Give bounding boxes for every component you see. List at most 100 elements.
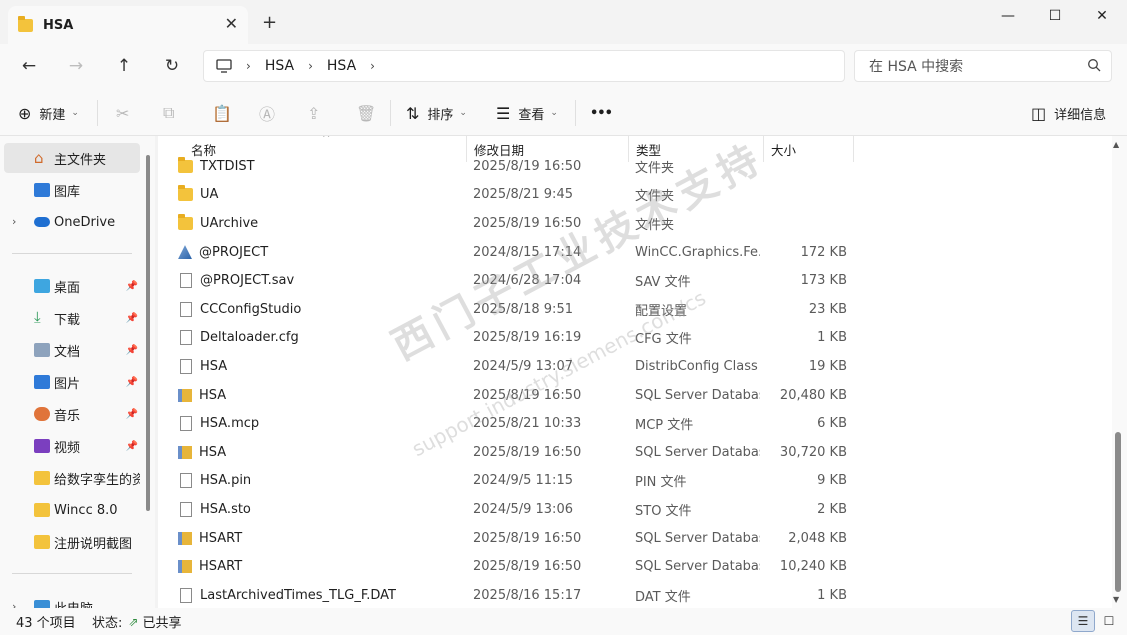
new-label: 新建 [39,107,66,123]
table-row[interactable]: UA 2025/8/21 9:45 文件夹 [158,181,1112,210]
details-view-icon: ☰ [1077,614,1089,628]
close-tab-icon[interactable]: ✕ [225,14,238,33]
new-button[interactable]: ⊕ 新建 ⌄ [18,100,79,126]
wincc-graphics-icon [178,245,192,260]
breadcrumb-item[interactable]: HSA [265,58,294,74]
pin-icon[interactable]: 📌 [126,377,138,388]
search-icon [1088,59,1101,72]
tiles-view-button[interactable]: ☐ [1097,610,1121,632]
table-row[interactable]: HSART 2025/8/19 16:50 SQL Server Databas..… [158,552,1112,581]
share-state: 状态: ⇗ 已共享 [92,612,181,632]
sidebar-item-downloads[interactable]: ⤓ 下载 📌 [4,303,140,333]
sidebar-item-documents[interactable]: 文档 📌 [4,335,140,365]
divider [575,100,576,126]
table-row[interactable]: HSA 2025/8/19 16:50 SQL Server Databas... 3… [158,438,1112,467]
computer-icon [216,59,232,73]
folder-icon [178,156,193,173]
cloud-icon [34,217,50,227]
pin-icon[interactable]: 📌 [126,409,138,420]
sidebar-scrollbar[interactable] [146,155,150,511]
sidebar-item-videos[interactable]: 视频 📌 [4,431,140,461]
chevron-right-icon[interactable]: › [370,59,375,73]
details-pane-button[interactable]: ◫ 详细信息 [1031,100,1106,126]
table-row[interactable]: CCConfigStudio 2025/8/18 9:51 配置设置 23 KB [158,295,1112,324]
table-row[interactable]: HSA.mcp 2025/8/21 10:33 MCP 文件 6 KB [158,409,1112,438]
paste-button[interactable]: 📋 [212,100,240,126]
new-tab-button[interactable]: + [262,12,277,33]
document-icon [34,343,50,357]
file-name-cell: HSART [178,524,468,553]
table-row[interactable]: LastArchivedTimes_TLG_F.DAT 2025/8/16 15:… [158,581,1112,608]
file-type-cell: SQL Server Databas... [635,559,760,575]
maximize-button[interactable]: ☐ [1032,4,1078,28]
scroll-down-icon[interactable]: ▼ [1113,595,1119,604]
pin-icon[interactable]: 📌 [126,281,138,292]
file-name-cell: @PROJECT.sav [178,266,468,295]
table-row[interactable]: TXTDIST 2025/8/19 16:50 文件夹 [158,152,1112,181]
sidebar-item-folder[interactable]: 注册说明截图 [4,527,140,557]
view-label: 查看 [518,107,545,123]
pin-icon[interactable]: 📌 [126,441,138,452]
table-row[interactable]: @PROJECT.sav 2024/6/28 17:04 SAV 文件 173 KB [158,266,1112,295]
file-type-cell: MCP 文件 [635,418,694,434]
share-button[interactable]: ⇪ [307,100,328,126]
status-bar: 43 个项目 状态: ⇗ 已共享 ☰ ☐ [0,608,1127,635]
tab-hsa[interactable]: HSA ✕ [8,6,248,44]
details-view-button[interactable]: ☰ [1071,610,1095,632]
minimize-button[interactable]: — [985,4,1031,28]
more-options-button[interactable]: ••• [590,100,613,126]
sidebar-item-desktop[interactable]: 桌面 📌 [4,271,140,301]
close-window-button[interactable]: ✕ [1079,4,1125,28]
scroll-up-icon[interactable]: ▲ [1113,140,1119,149]
cut-button[interactable]: ✂ [116,100,137,126]
item-count: 43 个项目 [16,616,76,631]
file-size-cell [763,152,847,181]
sidebar-item-pictures[interactable]: 图片 📌 [4,367,140,397]
copy-button[interactable]: ⧉ [163,100,182,126]
modified-date-cell: 2025/8/18 9:51 [473,301,573,317]
table-row[interactable]: HSA 2024/5/9 13:07 DistribConfig Class 19 K… [158,352,1112,381]
table-row[interactable]: HSA.pin 2024/9/5 11:15 PIN 文件 9 KB [158,467,1112,496]
folder-icon [34,503,50,517]
table-row[interactable]: HSA.sto 2024/5/9 13:06 STO 文件 2 KB [158,495,1112,524]
modified-date-cell: 2025/8/21 10:33 [473,416,582,432]
sidebar-item-music[interactable]: 音乐 📌 [4,399,140,429]
rename-button[interactable]: Ⓐ [259,100,283,126]
view-button[interactable]: ☰ 查看 ⌄ [496,100,558,126]
sidebar-item-onedrive[interactable]: OneDrive [4,207,140,237]
breadcrumb-item[interactable]: HSA [327,58,356,74]
table-row[interactable]: @PROJECT 2024/8/15 17:14 WinCC.Graphics.Fe… [158,238,1112,267]
pin-icon[interactable]: 📌 [126,345,138,356]
file-type-cell: SQL Server Databas... [635,387,760,403]
file-size-cell: 9 KB [817,473,847,489]
table-row[interactable]: HSA 2025/8/19 16:50 SQL Server Databas... 2… [158,381,1112,410]
file-name-cell: TXTDIST [178,152,468,181]
sidebar-item-gallery[interactable]: 图库 [4,175,140,205]
file-size-cell [763,181,847,210]
back-button[interactable]: ← [13,52,45,80]
refresh-button[interactable]: ↻ [156,52,188,80]
table-row[interactable]: HSART 2025/8/19 16:50 SQL Server Databas..… [158,524,1112,553]
file-size-cell: 23 KB [808,301,847,317]
table-row[interactable]: Deltaloader.cfg 2025/8/19 16:19 CFG 文件 1 KB [158,324,1112,353]
database-icon [178,560,192,574]
sidebar-item-home[interactable]: ⌂ 主文件夹 [4,143,140,173]
address-bar[interactable]: › HSA › HSA › [203,50,845,82]
file-type-cell: PIN 文件 [635,475,687,491]
sidebar-item-this-pc[interactable]: 此电脑 [4,592,140,608]
sort-button[interactable]: ⇅ 排序 ⌄ [406,100,467,126]
up-button[interactable]: ↑ [108,52,140,80]
scrollbar-thumb[interactable] [1115,432,1121,592]
search-input[interactable]: 在 HSA 中搜索 [869,56,963,76]
chevron-right-icon: › [246,59,251,73]
pin-icon[interactable]: 📌 [126,313,138,324]
sidebar-item-folder[interactable]: 给数字孪生的资 [4,463,140,493]
delete-button[interactable]: 🗑 [356,100,384,126]
file-name: UArchive [200,215,259,231]
copy-icon: ⧉ [163,103,175,122]
folder-icon [178,213,193,230]
search-box[interactable]: 在 HSA 中搜索 [854,50,1112,82]
table-row[interactable]: UArchive 2025/8/19 16:50 文件夹 [158,209,1112,238]
forward-button[interactable]: → [60,52,92,80]
sidebar-item-folder[interactable]: Wincc 8.0 [4,495,140,525]
